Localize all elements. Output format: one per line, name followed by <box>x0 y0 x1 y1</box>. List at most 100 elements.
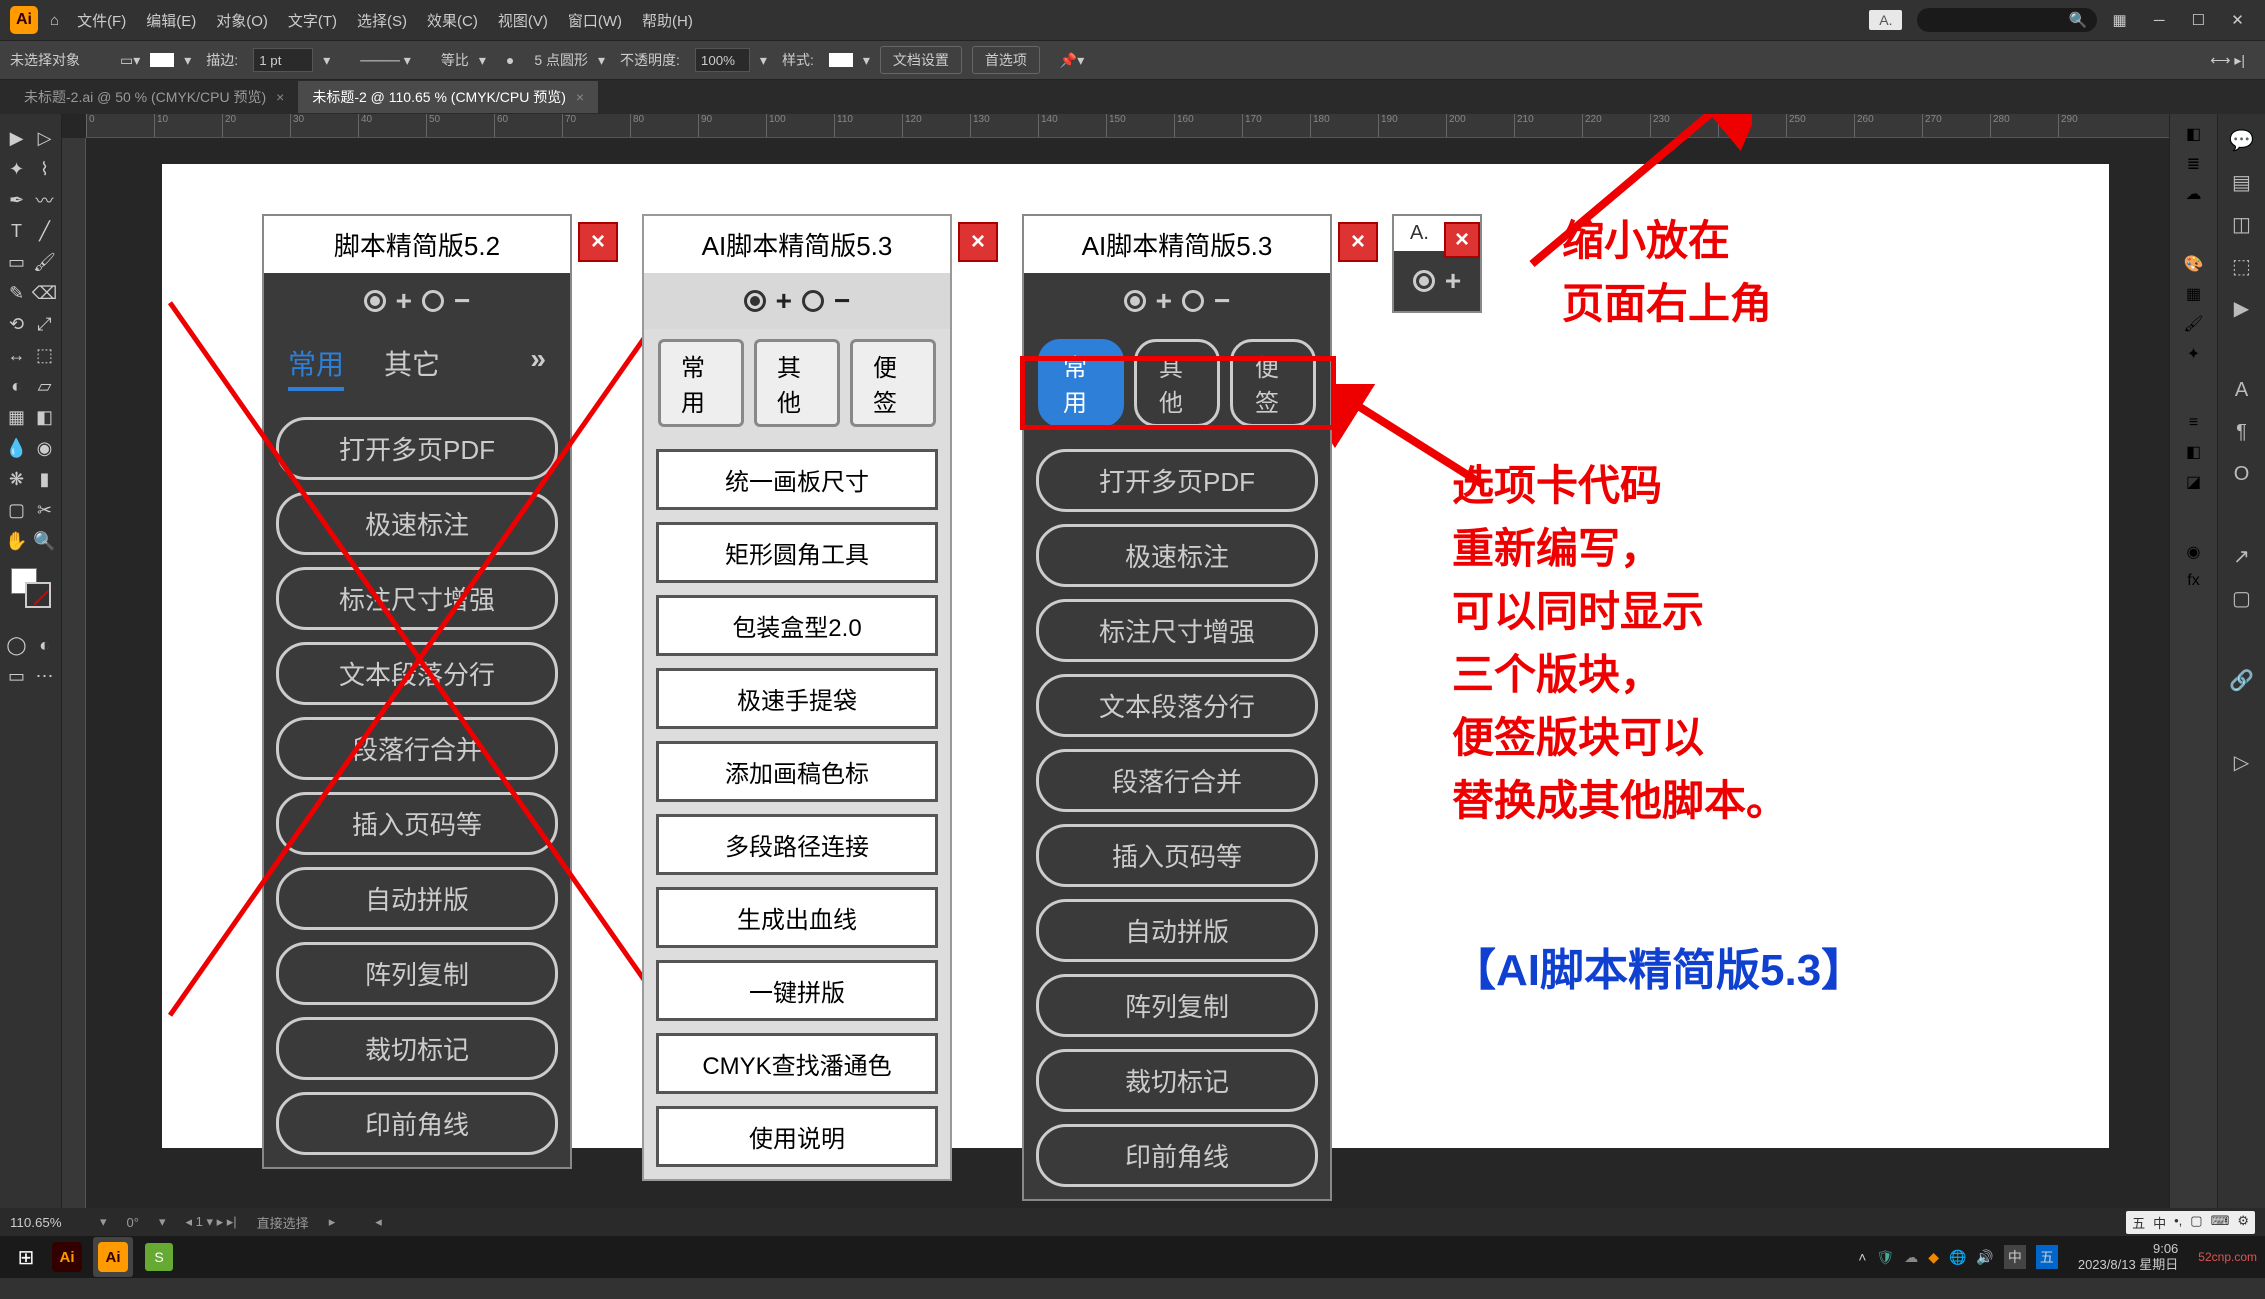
screen-mode[interactable]: ▭ <box>3 662 31 690</box>
libraries-panel-icon[interactable]: ☁ <box>2186 184 2202 204</box>
menu-object[interactable]: 对象(O) <box>216 10 268 31</box>
doc-tab-2[interactable]: 未标题-2 @ 110.65 % (CMYK/CPU 预览)× <box>298 81 598 113</box>
color-panel-icon[interactable]: 🎨 <box>2184 254 2204 274</box>
selection-tool[interactable]: ▶ <box>3 124 31 152</box>
menu-file[interactable]: 文件(F) <box>77 10 126 31</box>
zoom-input[interactable] <box>10 1215 80 1230</box>
paintbrush-tool[interactable]: 🖌 <box>31 248 59 276</box>
type-tool[interactable]: T <box>3 217 31 245</box>
draw-mode-behind[interactable]: ◐ <box>31 631 59 659</box>
edit-toolbar[interactable]: ⋯ <box>31 662 59 690</box>
width-tool[interactable]: ↔ <box>3 341 31 369</box>
ime-settings-icon[interactable]: ⚙ <box>2237 1213 2249 1232</box>
artboard-tool[interactable]: ▢ <box>3 496 31 524</box>
start-button[interactable]: ⊞ <box>8 1239 44 1275</box>
line-tool[interactable]: ╱ <box>31 217 59 245</box>
appearance-panel-icon[interactable]: ◉ <box>2187 542 2201 562</box>
symbols-panel-icon[interactable]: ✦ <box>2187 344 2200 364</box>
tab-notes[interactable]: 便签 <box>850 339 936 427</box>
menu-type[interactable]: 文字(T) <box>288 10 337 31</box>
arrange-docs-icon[interactable]: ▦ <box>2112 11 2126 29</box>
radio-off[interactable] <box>802 290 824 312</box>
script-btn[interactable]: 自动拼版 <box>1036 899 1318 962</box>
graph-tool[interactable]: ▮ <box>31 465 59 493</box>
script-btn[interactable]: 插入页码等 <box>1036 824 1318 887</box>
close-panel-button[interactable]: × <box>578 222 618 262</box>
canvas[interactable]: 0102030405060708090100110120130140150160… <box>62 114 2169 1208</box>
close-tab-icon[interactable]: × <box>276 89 284 105</box>
radio-off[interactable] <box>1182 290 1204 312</box>
slice-tool[interactable]: ✂ <box>31 496 59 524</box>
radio-on[interactable] <box>1124 290 1146 312</box>
ime-icon[interactable]: 五 <box>2132 1213 2145 1232</box>
opacity-input[interactable] <box>695 48 750 72</box>
brushes-panel-icon[interactable]: 🖌 <box>2183 314 2203 334</box>
symbol-sprayer-tool[interactable]: ❋ <box>3 465 31 493</box>
doc-tab-1[interactable]: 未标题-2.ai @ 50 % (CMYK/CPU 预览)× <box>10 81 298 113</box>
color-chips[interactable] <box>11 568 51 608</box>
tray-shield-icon[interactable]: 🛡 <box>1876 1249 1894 1266</box>
script-btn[interactable]: 矩形圆角工具 <box>656 522 938 583</box>
links-panel-icon[interactable]: 🔗 <box>2226 664 2258 696</box>
rotate-tool[interactable]: ⟲ <box>3 310 31 338</box>
tray-network-icon[interactable]: 🌐 <box>1949 1249 1966 1266</box>
clock[interactable]: 9:06 2023/8/13 星期日 <box>2078 1241 2178 1272</box>
tray-volume-icon[interactable]: 🔊 <box>1976 1249 1993 1266</box>
close-panel-button[interactable]: × <box>958 222 998 262</box>
close-button[interactable]: ✕ <box>2220 11 2255 29</box>
gradient-tool[interactable]: ◧ <box>31 403 59 431</box>
menu-view[interactable]: 视图(V) <box>498 10 548 31</box>
tray-up-icon[interactable]: ˄ <box>1858 1249 1866 1265</box>
shaper-tool[interactable]: ✎ <box>3 279 31 307</box>
uniform-label[interactable]: 等比 <box>441 50 469 70</box>
shape-builder-tool[interactable]: ◐ <box>3 372 31 400</box>
mesh-tool[interactable]: ▦ <box>3 403 31 431</box>
rectangle-tool[interactable]: ▭ <box>3 248 31 276</box>
script-btn[interactable]: 印前角线 <box>1036 1124 1318 1187</box>
script-btn[interactable]: 多段路径连接 <box>656 814 938 875</box>
script-btn[interactable]: 标注尺寸增强 <box>1036 599 1318 662</box>
mini-dock-label[interactable]: A. <box>1869 10 1902 30</box>
minimize-button[interactable]: ─ <box>2142 12 2177 29</box>
script-btn[interactable]: CMYK查找潘通色 <box>656 1033 938 1094</box>
style-swatch[interactable] <box>829 53 853 67</box>
eyedropper-tool[interactable]: 💧 <box>3 434 31 462</box>
script-btn[interactable]: 印前角线 <box>276 1092 558 1155</box>
artboards-panel-icon[interactable]: ▢ <box>2226 582 2258 614</box>
magic-wand-tool[interactable]: ✦ <box>3 155 31 183</box>
stroke-swatch[interactable] <box>150 53 174 67</box>
script-btn[interactable]: 打开多页PDF <box>1036 449 1318 512</box>
script-btn[interactable]: 一键拼版 <box>656 960 938 1021</box>
menu-edit[interactable]: 编辑(E) <box>146 10 196 31</box>
scale-tool[interactable]: ⤢ <box>31 310 59 338</box>
hand-tool[interactable]: ✋ <box>3 527 31 555</box>
comments-icon[interactable]: 💬 <box>2226 124 2258 156</box>
script-btn[interactable]: 阵列复制 <box>1036 974 1318 1037</box>
align-panel-icon[interactable]: ▤ <box>2226 166 2258 198</box>
home-icon[interactable]: ⌂ <box>50 12 59 29</box>
perspective-tool[interactable]: ▱ <box>31 372 59 400</box>
lasso-tool[interactable]: ⌇ <box>31 155 59 183</box>
script-btn[interactable]: 统一画板尺寸 <box>656 449 938 510</box>
ime-punct-icon[interactable]: •, <box>2174 1213 2182 1232</box>
pin-icon[interactable]: 📌▾ <box>1060 52 1084 69</box>
swatches-panel-icon[interactable]: ▦ <box>2186 284 2201 304</box>
pathfinder-panel-icon[interactable]: ◫ <box>2226 208 2258 240</box>
draw-mode-normal[interactable]: ◯ <box>3 631 31 659</box>
task-illustrator[interactable]: Ai <box>47 1237 87 1277</box>
task-app[interactable]: S <box>139 1237 179 1277</box>
tray-ime-zh-icon[interactable]: 中 <box>2004 1245 2026 1269</box>
menu-effect[interactable]: 效果(C) <box>427 10 478 31</box>
direct-selection-tool[interactable]: ▷ <box>31 124 59 152</box>
paragraph-panel-icon[interactable]: ¶ <box>2226 416 2258 448</box>
zoom-tool[interactable]: 🔍 <box>31 527 59 555</box>
task-illustrator-active[interactable]: Ai <box>93 1237 133 1277</box>
artboard-nav[interactable]: 1 <box>196 1214 203 1229</box>
preferences-button[interactable]: 首选项 <box>972 46 1040 74</box>
pen-tool[interactable]: ✒ <box>3 186 31 214</box>
rotate-value[interactable]: 0° <box>127 1215 139 1230</box>
gradient-panel-icon[interactable]: ◧ <box>2186 442 2201 462</box>
search-box[interactable]: 🔍 <box>1917 8 2097 32</box>
close-panel-button[interactable]: × <box>1338 222 1378 262</box>
tab-common[interactable]: 常用 <box>658 339 744 427</box>
